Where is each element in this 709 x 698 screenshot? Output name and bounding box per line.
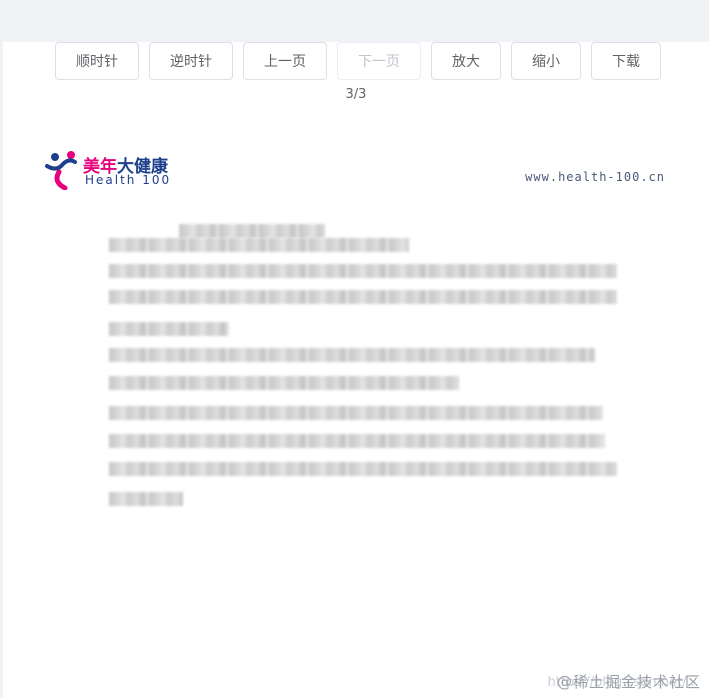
pdf-viewer: 顺时针 逆时针 上一页 下一页 放大 缩小 下载 3/3 美年大健康 Healt…	[3, 42, 709, 698]
redacted-line	[109, 238, 409, 252]
redacted-line	[109, 348, 595, 362]
brand-logo: 美年大健康 Health 100	[43, 150, 183, 190]
previous-page-button[interactable]: 上一页	[243, 42, 327, 80]
next-page-button[interactable]: 下一页	[337, 42, 421, 80]
zoom-out-button[interactable]: 缩小	[511, 42, 581, 80]
download-button[interactable]: 下载	[591, 42, 661, 80]
redacted-line	[109, 264, 617, 278]
redacted-line	[109, 376, 459, 390]
top-bar	[0, 0, 709, 42]
site-url: www.health-100.cn	[525, 170, 665, 184]
redacted-line	[109, 322, 229, 336]
rotate-counterclockwise-button[interactable]: 逆时针	[149, 42, 233, 80]
rotate-clockwise-button[interactable]: 顺时针	[55, 42, 139, 80]
document-page: 美年大健康 Health 100 www.health-100.cn	[3, 132, 709, 698]
redacted-line	[179, 224, 325, 238]
brand-logo-icon	[45, 151, 77, 190]
brand-name-en: Health 100	[85, 173, 172, 187]
viewer-toolbar: 顺时针 逆时针 上一页 下一页 放大 缩小 下载	[3, 42, 709, 82]
redacted-line	[109, 290, 617, 304]
redacted-line	[109, 434, 605, 448]
zoom-in-button[interactable]: 放大	[431, 42, 501, 80]
redacted-line	[109, 462, 617, 476]
redacted-line	[109, 406, 603, 420]
redacted-line	[109, 492, 183, 506]
watermark-url: https://blog.csdn.net/...	[547, 675, 699, 690]
page-indicator: 3/3	[345, 87, 367, 102]
